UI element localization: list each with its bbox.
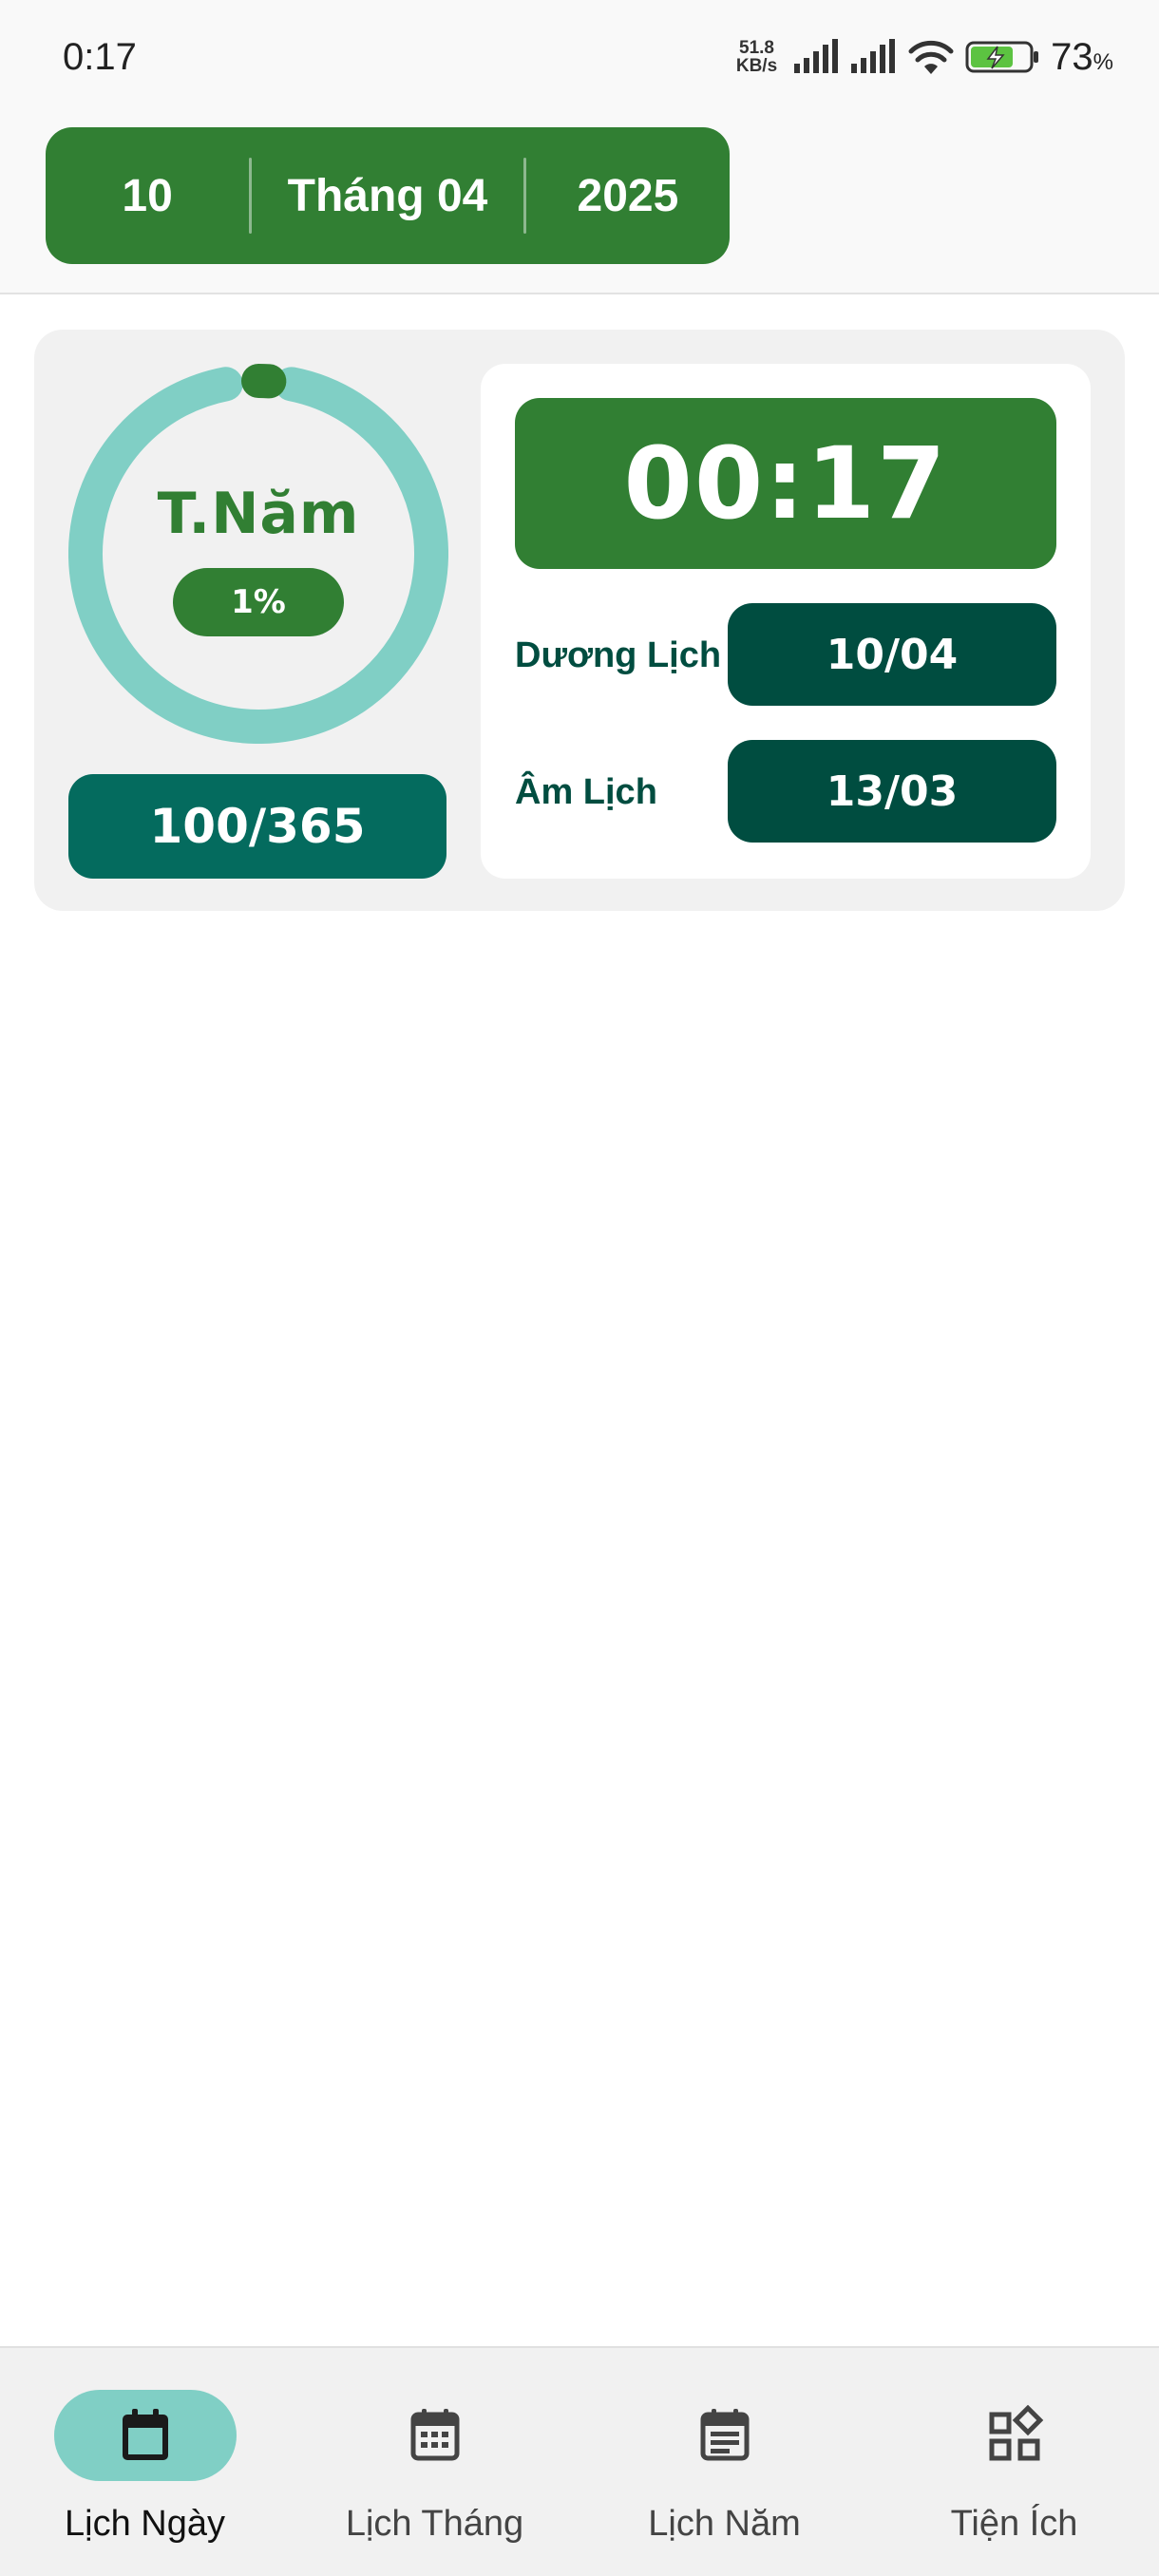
solar-date-value: 10/04 [728, 603, 1056, 706]
battery-percent: 73% [1051, 35, 1113, 78]
battery-charging-icon [965, 41, 1039, 73]
calendar-notes-icon [700, 2409, 749, 2461]
nav-item-tien-ich[interactable]: Tiện Ích [869, 2348, 1159, 2576]
nav-icon-wrap [344, 2390, 526, 2481]
date-selector[interactable]: 10 Tháng 04 2025 [46, 127, 730, 264]
nav-item-lich-ngay[interactable]: Lịch Ngày [0, 2348, 290, 2576]
solar-date-label: Dương Lịch [515, 635, 722, 675]
network-speed: 51.8 KB/s [736, 39, 777, 75]
nav-label: Tiện Ích [950, 2504, 1078, 2544]
nav-label: Lịch Ngày [65, 2504, 225, 2544]
year-progress-label: T.Năm [157, 481, 360, 547]
year-progress-ring: T.Năm 1% [68, 364, 448, 744]
header: 0:17 51.8 KB/s 73% 10 Tháng 04 2025 [0, 0, 1159, 294]
calendar-month-icon [410, 2409, 459, 2461]
lunar-date-label: Âm Lịch [515, 772, 657, 812]
nav-item-lich-thang[interactable]: Lịch Tháng [290, 2348, 580, 2576]
network-speed-value: 51.8 [739, 38, 774, 58]
nav-icon-wrap [634, 2390, 816, 2481]
year-progress-percent: 1% [173, 568, 344, 636]
network-speed-unit: KB/s [735, 56, 778, 76]
lunar-date-value: 13/03 [728, 740, 1056, 843]
month-selector[interactable]: Tháng 04 [252, 127, 523, 264]
day-info-card: T.Năm 1% 100/365 00:17 Dương Lịch 10/04 … [34, 330, 1125, 911]
nav-icon-wrap [923, 2390, 1106, 2481]
nav-label: Lịch Tháng [345, 2504, 524, 2544]
nav-item-lich-nam[interactable]: Lịch Năm [580, 2348, 869, 2576]
signal-icon [851, 39, 896, 73]
info-panel: 00:17 Dương Lịch 10/04 Âm Lịch 13/03 [481, 364, 1091, 879]
clock-display: 00:17 [515, 398, 1056, 569]
day-selector[interactable]: 10 [46, 127, 249, 264]
nav-active-indicator [53, 2390, 237, 2481]
signal-icon [794, 39, 839, 73]
widgets-icon [989, 2405, 1043, 2461]
day-of-year-count: 100/365 [68, 774, 446, 879]
app-screen: 0:17 51.8 KB/s 73% 10 Tháng 04 2025 T.Nă… [0, 0, 1159, 2576]
year-selector[interactable]: 2025 [526, 127, 730, 264]
wifi-icon [908, 40, 954, 74]
status-icons: 51.8 KB/s 73% [736, 30, 1113, 84]
calendar-today-icon [122, 2409, 168, 2460]
nav-label: Lịch Năm [648, 2504, 801, 2544]
status-time: 0:17 [63, 36, 137, 78]
progress-ring-center: T.Năm 1% [68, 364, 448, 744]
bottom-navigation: Lịch Ngày Lịch Tháng Lịch Năm Tiện Ích [0, 2346, 1159, 2576]
